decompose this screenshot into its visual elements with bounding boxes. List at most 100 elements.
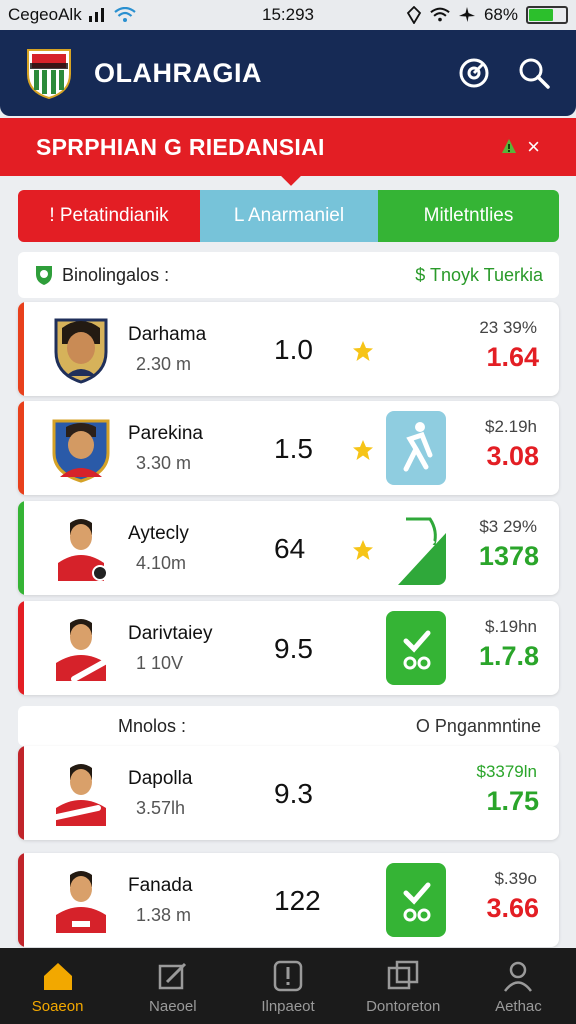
nav-label: Ilnpaeot — [261, 997, 315, 1015]
section-header: Binolingalos : $ Tnoyk Tuerkia — [18, 252, 559, 298]
battery-fill — [529, 9, 554, 21]
player-name: Fanada — [128, 875, 193, 896]
player-stat-small: $.39o — [494, 869, 537, 888]
edit-icon — [158, 962, 186, 989]
nav-item-edit[interactable]: Naeoel — [115, 948, 230, 1024]
home-icon — [43, 962, 72, 990]
star-icon[interactable] — [352, 539, 374, 561]
section-header: Mnolos : O Pnganmntine — [18, 706, 559, 746]
banner-title: SPRPHIAN G RIEDANSIAI — [36, 133, 325, 160]
section-title: Binolingalos : — [62, 264, 170, 285]
player-distance: 2.30 m — [136, 354, 192, 374]
alert-icon — [273, 960, 303, 991]
player-stat-big: 3.66 — [486, 893, 539, 923]
player-card[interactable]: Parekina 3.30 m 1.5 $2.19h 3.08 — [18, 401, 559, 495]
carrier-label: CegeoAlk — [8, 5, 82, 24]
card-accent — [18, 302, 24, 396]
player-name: Darhama — [128, 324, 207, 345]
player-score: 64 — [274, 533, 306, 564]
check-tile-icon[interactable] — [386, 863, 446, 937]
player-card[interactable]: Fanada 1.38 m 122 $.39o 3.66 — [18, 853, 559, 947]
segment-tabs: ! Petatindianik L Anarmaniel Mitletntlie… — [18, 190, 559, 242]
player-name: Aytecly — [128, 523, 189, 544]
tab-first[interactable]: ! Petatindianik — [18, 190, 200, 242]
nav-item-profile[interactable]: Aethac — [461, 948, 576, 1024]
player-avatar — [52, 419, 110, 483]
nav-label: Naeoel — [149, 997, 197, 1015]
star-icon[interactable] — [352, 439, 374, 461]
tab-second[interactable]: L Anarmaniel — [200, 190, 378, 242]
player-distance: 4.10m — [136, 553, 187, 573]
player-score: 9.5 — [274, 633, 313, 664]
player-avatar — [49, 764, 106, 826]
player-card[interactable]: Darivtaiey 1 10V 9.5 $.19hn 1.7.8 — [18, 601, 559, 695]
star-icon[interactable] — [352, 340, 374, 362]
club-logo — [27, 49, 71, 100]
player-card[interactable]: Aytecly 4.10m 64 $3 29% 1378 — [18, 501, 559, 595]
player-distance: 1.38 m — [136, 905, 192, 925]
player-name: Parekina — [128, 423, 203, 444]
battery-icon — [526, 6, 568, 24]
settings-icon[interactable] — [456, 55, 492, 91]
check-tile-icon[interactable] — [386, 611, 446, 685]
promo-banner[interactable]: SPRPHIAN G RIEDANSIAI × — [0, 118, 576, 186]
player-stat-big: 1.64 — [486, 342, 539, 372]
signal-icon — [88, 8, 104, 22]
player-stat-small: $3 29% — [479, 517, 537, 536]
location-icon — [406, 6, 422, 24]
banner-pointer — [281, 166, 301, 186]
player-stat-small: $.19hn — [485, 617, 537, 636]
shield-icon — [36, 266, 52, 285]
player-score: 9.3 — [274, 778, 313, 809]
player-stat-big: 1.75 — [486, 786, 539, 816]
airplane-icon — [458, 7, 475, 22]
player-distance: 1 10V — [136, 653, 184, 673]
player-score: 122 — [274, 885, 321, 916]
app-header: OLAHRAGIA — [0, 30, 576, 116]
section-title: Mnolos : — [118, 715, 187, 736]
status-bar: CegeoAlk 15:293 68% — [0, 0, 576, 30]
search-icon[interactable] — [516, 55, 552, 91]
section-link[interactable]: $ Tnoyk Tuerkia — [415, 265, 543, 286]
player-stat-big: 3.08 — [486, 441, 539, 471]
player-distance: 3.30 m — [136, 453, 192, 473]
player-score: 1.5 — [274, 433, 313, 464]
nav-item-cards[interactable]: Dontoreton — [346, 948, 461, 1024]
tab-third[interactable]: Mitletntlies — [378, 190, 559, 242]
bell-icon[interactable] — [499, 137, 519, 157]
status-time: 15:293 — [262, 5, 314, 24]
player-avatar — [54, 318, 108, 384]
player-avatar — [56, 619, 113, 682]
battery-percent: 68% — [483, 5, 518, 24]
profile-icon — [504, 961, 533, 992]
player-stat-small: $2.19h — [485, 417, 537, 436]
player-stat-small: $3379ln — [476, 762, 537, 781]
nav-item-home[interactable]: Soaeon — [0, 948, 115, 1024]
nav-label: Soaeon — [31, 997, 84, 1015]
player-distance: 3.57lh — [136, 798, 186, 818]
wifi-icon — [430, 7, 450, 22]
card-accent — [18, 401, 24, 495]
nav-label: Dontoreton — [366, 997, 441, 1015]
cards-icon — [387, 960, 419, 989]
wifi-icon — [114, 7, 136, 22]
growth-chart-icon[interactable] — [386, 511, 446, 585]
section-link[interactable]: O Pnganmntine — [416, 716, 541, 737]
card-accent — [18, 601, 24, 695]
app-title: OLAHRAGIA — [94, 57, 262, 88]
player-stat-small: 23 39% — [479, 318, 537, 337]
player-card[interactable]: Darhama 2.30 m 1.0 23 39% 1.64 — [18, 302, 559, 396]
player-stat-big: 1378 — [478, 541, 539, 571]
player-stat-big: 1.7.8 — [478, 641, 539, 671]
close-icon[interactable]: × — [527, 134, 540, 160]
card-accent — [18, 853, 24, 947]
runner-tile-icon[interactable] — [386, 411, 446, 485]
nav-label: Aethac — [495, 997, 542, 1015]
bottom-nav: Soaeon Naeoel Ilnpaeot Dontoreton Aethac — [0, 948, 576, 1024]
card-accent — [18, 746, 24, 840]
player-name: Darivtaiey — [128, 623, 213, 644]
player-avatar — [56, 871, 106, 933]
player-card[interactable]: Dapolla 3.57lh 9.3 $3379ln 1.75 — [18, 746, 559, 840]
card-accent — [18, 501, 24, 595]
nav-item-alerts[interactable]: Ilnpaeot — [230, 948, 345, 1024]
